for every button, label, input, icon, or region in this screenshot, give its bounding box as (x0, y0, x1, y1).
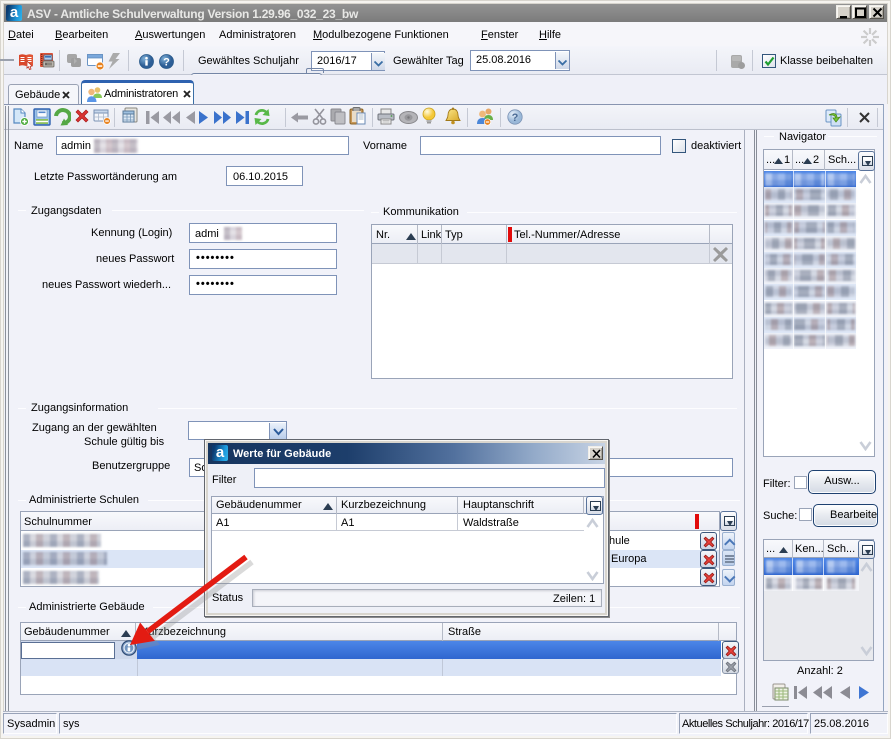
svg-text:?: ? (512, 112, 519, 124)
svg-text:?: ? (163, 57, 170, 69)
